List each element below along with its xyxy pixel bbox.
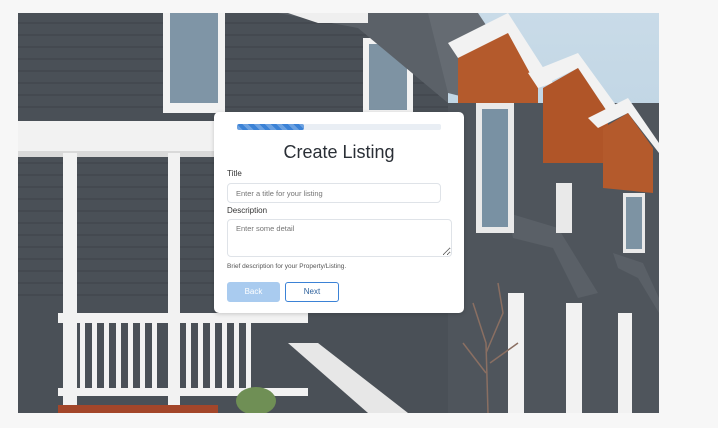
description-textarea[interactable] (227, 219, 452, 257)
progress-bar (237, 124, 441, 130)
description-label: Description (227, 206, 268, 215)
progress-bar-fill (237, 124, 305, 130)
back-button[interactable]: Back (227, 282, 280, 302)
page-title: Create Listing (283, 142, 395, 162)
title-input[interactable] (227, 183, 441, 203)
title-label: Title (227, 169, 242, 178)
create-listing-card: Create Listing Title Description Brief d… (214, 112, 464, 313)
description-help-text: Brief description for your Property/List… (227, 263, 347, 270)
next-button[interactable]: Next (285, 282, 339, 302)
